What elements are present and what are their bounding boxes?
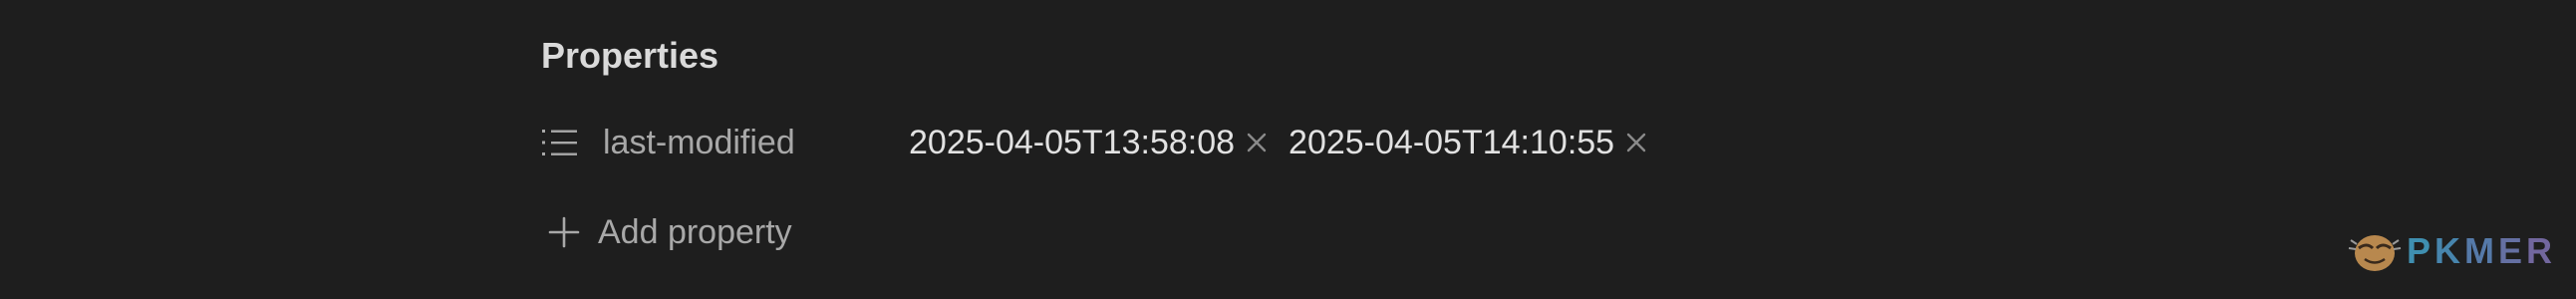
plus-icon[interactable]: [546, 214, 582, 250]
property-row[interactable]: last-modified 2025-04-05T13:58:08 2025-0…: [541, 115, 1737, 170]
properties-heading: Properties: [541, 35, 719, 76]
value-pill-text[interactable]: 2025-04-05T13:58:08: [909, 124, 1235, 162]
value-pill-text[interactable]: 2025-04-05T14:10:55: [1288, 124, 1614, 162]
remove-value-icon[interactable]: [1245, 131, 1269, 154]
pkmer-watermark: PKMER: [2347, 223, 2556, 279]
remove-value-icon[interactable]: [1624, 131, 1648, 154]
value-pill[interactable]: 2025-04-05T14:10:55: [1288, 124, 1648, 162]
pkmer-logo-icon: [2347, 226, 2403, 276]
add-property-button[interactable]: Add property: [546, 204, 792, 260]
property-value-list[interactable]: 2025-04-05T13:58:08 2025-04-05T14:10:55: [909, 124, 1668, 162]
pkmer-letter: K: [2433, 230, 2464, 271]
pkmer-letter: R: [2526, 230, 2556, 271]
value-pill[interactable]: 2025-04-05T13:58:08: [909, 124, 1269, 162]
properties-panel: Properties last-modified 2025-04-05T13:5…: [0, 0, 2576, 299]
pkmer-letter: P: [2406, 230, 2434, 271]
add-property-label[interactable]: Add property: [598, 213, 792, 252]
pkmer-letter: M: [2463, 230, 2498, 271]
pkmer-wordmark: PKMER: [2407, 230, 2556, 272]
pkmer-letter: E: [2497, 230, 2526, 271]
list-icon[interactable]: [541, 125, 581, 160]
property-key[interactable]: last-modified: [603, 124, 902, 162]
